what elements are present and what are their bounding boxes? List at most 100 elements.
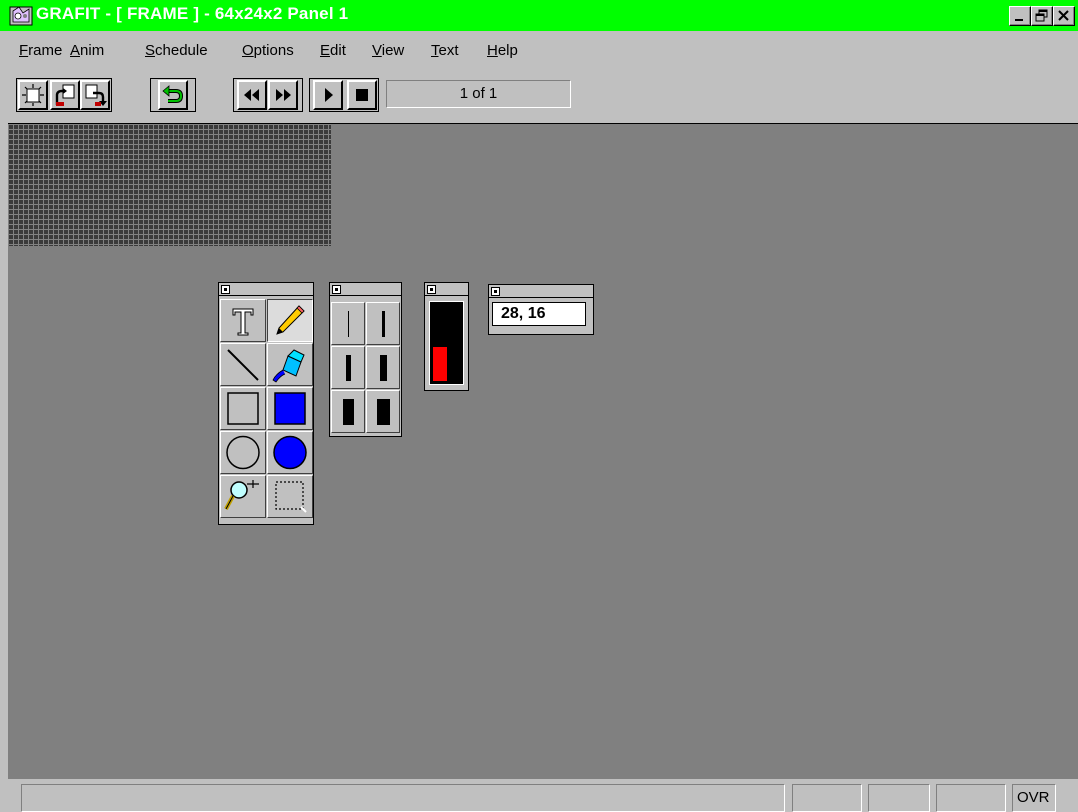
color-palette-close-icon[interactable] xyxy=(427,285,436,294)
menu-view-rest: iew xyxy=(381,42,405,59)
menu-options-accel: O xyxy=(242,42,254,59)
fast-forward-button[interactable] xyxy=(268,80,298,110)
line-width-5-sample xyxy=(343,399,354,425)
menu-edit-rest: dit xyxy=(330,42,346,59)
circle-outline-tool[interactable] xyxy=(220,431,266,474)
color-well[interactable] xyxy=(429,301,464,385)
undo-button[interactable] xyxy=(158,80,188,110)
app-icon[interactable] xyxy=(9,3,33,27)
tools-palette xyxy=(218,282,314,525)
line-width-4-sample xyxy=(380,355,387,381)
menu-options[interactable]: Options xyxy=(242,42,294,59)
menu-anim[interactable]: Anim xyxy=(70,42,104,59)
menu-frame-rest: rame xyxy=(28,42,63,59)
selected-color-indicator xyxy=(433,347,447,381)
coordinates-palette-titlebar[interactable] xyxy=(489,285,593,298)
line-width-2[interactable] xyxy=(366,302,400,345)
undo-icon xyxy=(162,85,184,103)
circle-outline-tool-icon xyxy=(226,435,260,470)
color-palette xyxy=(424,282,469,391)
status-ovr: OVR xyxy=(1012,784,1056,812)
frame-counter: 1 of 1 xyxy=(386,80,571,108)
rectangle-filled-tool[interactable] xyxy=(267,387,313,430)
line-width-5[interactable] xyxy=(331,390,365,433)
status-cell-2 xyxy=(868,784,930,812)
menu-schedule[interactable]: Schedule xyxy=(145,42,208,59)
menu-view-accel: V xyxy=(372,42,382,59)
play-button[interactable] xyxy=(313,80,343,110)
menu-anim-rest: nim xyxy=(80,42,105,59)
line-width-3[interactable] xyxy=(331,346,365,389)
restore-icon xyxy=(1035,9,1048,22)
status-bar: OVR xyxy=(0,779,1078,812)
circle-filled-tool-icon xyxy=(273,435,307,470)
line-width-6[interactable] xyxy=(366,390,400,433)
tools-palette-close-icon[interactable] xyxy=(221,285,230,294)
paste-frame-button[interactable] xyxy=(80,80,110,110)
line-width-3-sample xyxy=(346,355,351,381)
copy-frame-icon xyxy=(55,84,75,106)
menu-options-rest: ptions xyxy=(253,42,294,59)
close-icon xyxy=(1058,10,1069,21)
circle-filled-tool[interactable] xyxy=(267,431,313,474)
line-width-1[interactable] xyxy=(331,302,365,345)
line-width-palette-close-icon[interactable] xyxy=(332,285,341,294)
rectangle-filled-tool-icon xyxy=(274,392,306,425)
fast-forward-icon xyxy=(276,89,291,101)
select-tool-icon xyxy=(275,481,307,513)
menu-edit[interactable]: Edit xyxy=(320,42,346,59)
line-width-6-sample xyxy=(377,399,390,425)
led-panel-canvas[interactable] xyxy=(8,124,331,246)
workspace[interactable]: 28, 16 xyxy=(8,123,1078,779)
fill-tool[interactable] xyxy=(267,343,313,386)
menu-help-accel: H xyxy=(487,42,498,59)
menu-view[interactable]: View xyxy=(372,42,404,59)
tools-palette-titlebar[interactable] xyxy=(219,283,313,296)
coordinates-palette-close-icon[interactable] xyxy=(491,287,500,296)
menu-help-rest: elp xyxy=(497,42,518,59)
toolbar: 1 of 1 xyxy=(0,65,1078,123)
new-frame-button[interactable] xyxy=(18,80,48,110)
status-cell-3 xyxy=(936,784,1006,812)
pencil-tool-icon xyxy=(276,305,305,335)
minimize-button[interactable] xyxy=(1009,6,1031,26)
play-icon xyxy=(325,88,333,102)
rectangle-outline-tool-icon xyxy=(227,392,259,425)
menu-schedule-rest: chedule xyxy=(155,42,208,59)
status-message xyxy=(21,784,785,812)
menu-text-accel: T xyxy=(431,42,439,59)
menu-frame[interactable]: Frame xyxy=(19,42,62,59)
text-tool[interactable] xyxy=(220,299,266,342)
stop-button[interactable] xyxy=(347,80,377,110)
title-bar: GRAFIT - [ FRAME ] - 64x24x2 Panel 1 xyxy=(0,0,1078,31)
menu-text[interactable]: Text xyxy=(431,42,459,59)
restore-button[interactable] xyxy=(1031,6,1053,26)
cursor-coordinates: 28, 16 xyxy=(492,302,586,326)
line-width-palette-titlebar[interactable] xyxy=(330,283,401,296)
line-tool-icon xyxy=(227,349,259,381)
rewind-button[interactable] xyxy=(237,80,267,110)
menu-edit-accel: E xyxy=(320,42,331,59)
menu-schedule-accel: S xyxy=(145,42,156,59)
zoom-tool-icon xyxy=(224,480,259,510)
rewind-icon xyxy=(244,89,259,101)
line-tool[interactable] xyxy=(220,343,266,386)
line-width-2-sample xyxy=(382,311,385,337)
minimize-icon xyxy=(1015,19,1023,21)
status-cell-1 xyxy=(792,784,862,812)
pencil-tool[interactable] xyxy=(267,299,313,342)
fill-tool-icon xyxy=(272,349,305,383)
close-button[interactable] xyxy=(1053,6,1075,26)
copy-frame-button[interactable] xyxy=(50,80,80,110)
text-tool-icon xyxy=(232,308,254,336)
rectangle-outline-tool[interactable] xyxy=(220,387,266,430)
paste-frame-icon xyxy=(85,84,107,106)
select-tool[interactable] xyxy=(267,475,313,518)
zoom-tool[interactable] xyxy=(220,475,266,518)
menu-text-rest: ext xyxy=(438,42,459,59)
line-width-palette xyxy=(329,282,402,437)
color-palette-titlebar[interactable] xyxy=(425,283,468,296)
menu-frame-accel: F xyxy=(19,42,29,59)
line-width-4[interactable] xyxy=(366,346,400,389)
menu-help[interactable]: Help xyxy=(487,42,518,59)
